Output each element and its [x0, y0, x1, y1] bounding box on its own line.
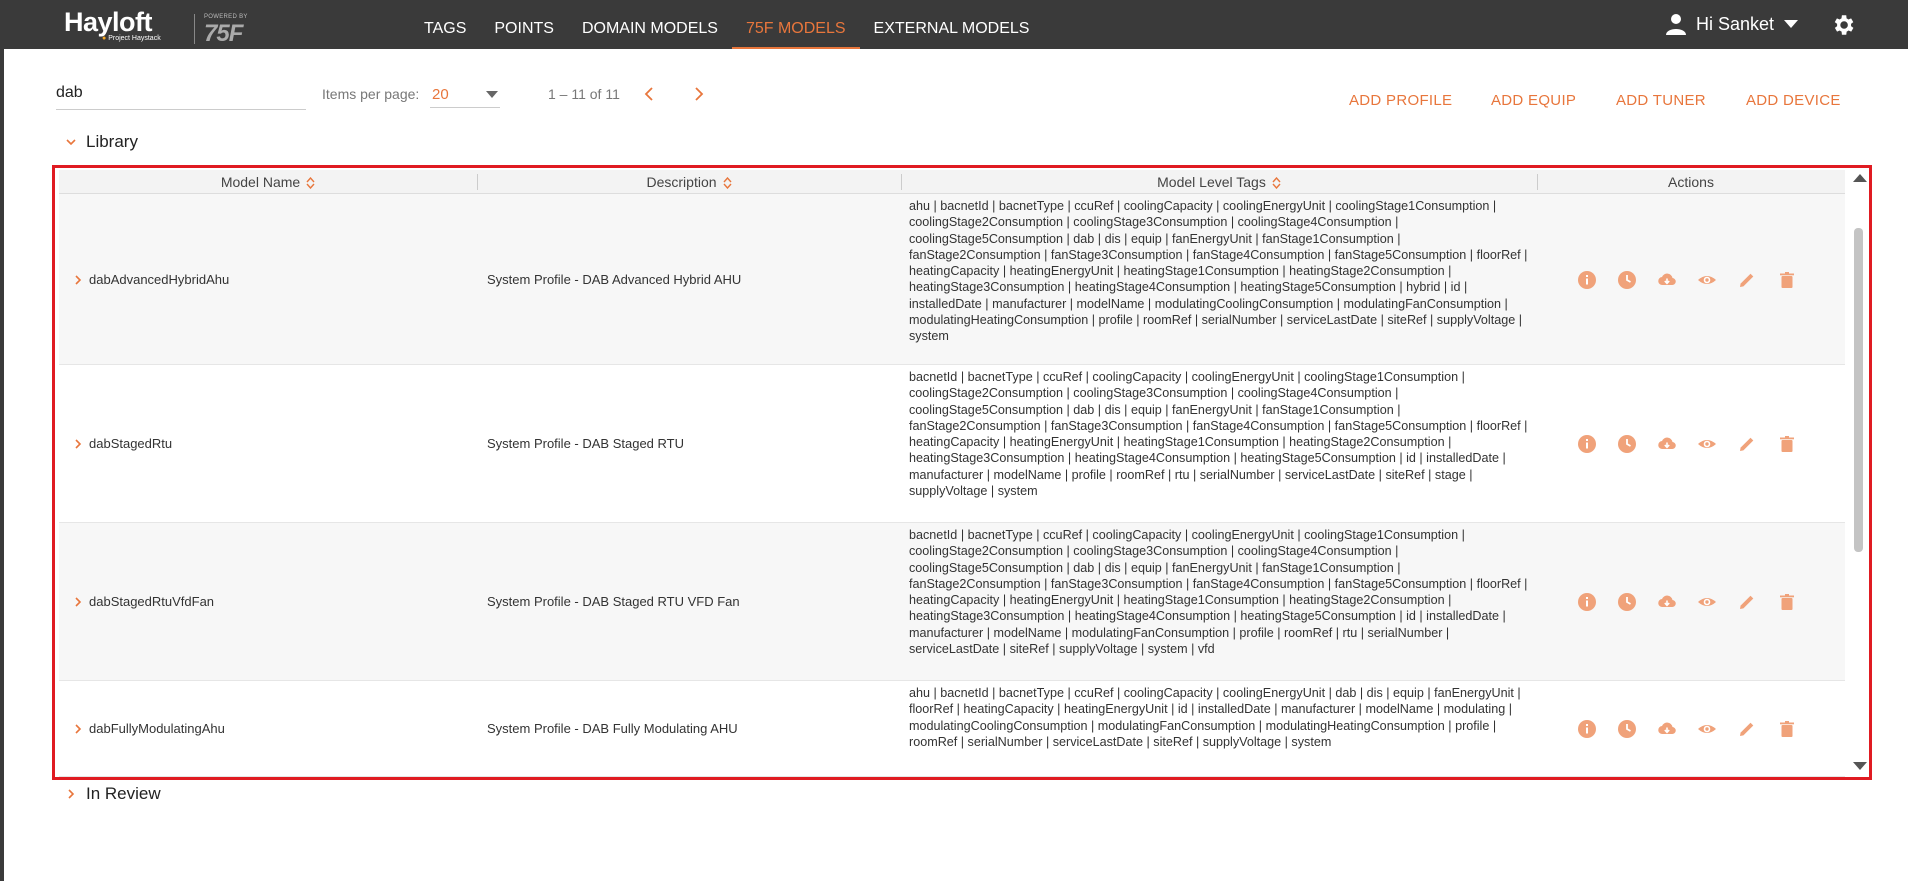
delete-icon[interactable] — [1777, 434, 1797, 454]
add-equip-button[interactable]: ADD EQUIP — [1491, 92, 1576, 109]
eye-icon[interactable] — [1697, 592, 1717, 612]
history-icon[interactable] — [1617, 434, 1637, 454]
model-level-tags-cell: ahu | bacnetId | bacnetType | ccuRef | c… — [909, 199, 1528, 344]
user-greeting: Hi Sanket — [1696, 13, 1775, 34]
scrollbar-thumb[interactable] — [1854, 228, 1863, 552]
in-review-section-title: In Review — [86, 784, 161, 803]
model-level-tags-cell: ahu | bacnetId | bacnetType | ccuRef | c… — [909, 686, 1521, 749]
user-icon — [1666, 14, 1686, 35]
add-profile-button[interactable]: ADD PROFILE — [1349, 92, 1452, 109]
info-icon[interactable] — [1577, 434, 1597, 454]
partner-logo: 75F — [204, 20, 243, 47]
info-icon[interactable] — [1577, 270, 1597, 290]
edit-icon[interactable] — [1737, 270, 1757, 290]
row-actions — [1577, 434, 1817, 454]
model-name-cell: dabStagedRtuVfdFan — [89, 594, 215, 609]
add-device-button[interactable]: ADD DEVICE — [1746, 92, 1841, 109]
search-input[interactable] — [56, 84, 306, 102]
items-per-page-value: 20 — [432, 86, 449, 103]
info-icon[interactable] — [1577, 719, 1597, 739]
eye-icon[interactable] — [1697, 270, 1717, 290]
eye-icon[interactable] — [1697, 719, 1717, 739]
chevron-right-icon — [68, 789, 75, 799]
sort-icon[interactable] — [306, 177, 315, 190]
model-name-cell: dabStagedRtu — [89, 436, 173, 451]
pagination-range: 1 – 11 of 11 — [548, 86, 620, 102]
table-row[interactable]: dabStagedRtuVfdFan System Profile - DAB S… — [59, 523, 1845, 681]
cloud-download-icon[interactable] — [1657, 270, 1677, 290]
table-row[interactable]: dabStagedRtu System Profile - DAB Staged … — [59, 365, 1845, 523]
main-nav: TAGS POINTS DOMAIN MODELS 75F MODELS EXT… — [410, 0, 1043, 49]
gear-icon[interactable] — [1830, 12, 1856, 38]
page-border — [0, 49, 4, 881]
table-row[interactable]: dabAdvancedHybridAhu System Profile - DAB… — [59, 194, 1845, 365]
nav-tab-external-models[interactable]: EXTERNAL MODELS — [860, 0, 1044, 49]
chevron-left-icon[interactable] — [642, 86, 656, 102]
info-icon[interactable] — [1577, 592, 1597, 612]
expand-row-chevron-icon[interactable] — [73, 596, 83, 608]
row-actions — [1577, 270, 1817, 290]
edit-icon[interactable] — [1737, 592, 1757, 612]
expand-row-chevron-icon[interactable] — [73, 723, 83, 735]
nav-tab-tags[interactable]: TAGS — [410, 0, 480, 49]
items-per-page-label: Items per page: — [322, 86, 420, 102]
cloud-download-icon[interactable] — [1657, 434, 1677, 454]
scroll-down-arrow-icon[interactable] — [1853, 762, 1867, 770]
delete-icon[interactable] — [1777, 719, 1797, 739]
row-actions — [1577, 719, 1817, 739]
history-icon[interactable] — [1617, 270, 1637, 290]
top-nav-bar: Hayloft ● Project Haystack POWERED BY 75… — [0, 0, 1908, 49]
chevron-right-icon[interactable] — [692, 86, 706, 102]
models-table: Model Name Description Model Level Tags … — [59, 170, 1845, 777]
history-icon[interactable] — [1617, 592, 1637, 612]
logo-divider — [194, 14, 195, 44]
delete-icon[interactable] — [1777, 270, 1797, 290]
cloud-download-icon[interactable] — [1657, 719, 1677, 739]
scroll-up-arrow-icon[interactable] — [1853, 174, 1867, 182]
sort-icon[interactable] — [1272, 177, 1281, 190]
search-field[interactable] — [56, 84, 306, 110]
column-header-description[interactable]: Description — [477, 170, 901, 194]
nav-tab-domain-models[interactable]: DOMAIN MODELS — [568, 0, 732, 49]
add-tuner-button[interactable]: ADD TUNER — [1616, 92, 1706, 109]
model-level-tags-cell: bacnetId | bacnetType | ccuRef | cooling… — [909, 528, 1528, 657]
column-header-actions: Actions — [1668, 174, 1714, 190]
column-header-model-name[interactable]: Model Name — [59, 170, 477, 194]
library-section-title: Library — [86, 132, 138, 151]
in-review-section-toggle[interactable]: In Review — [64, 784, 161, 804]
expand-row-chevron-icon[interactable] — [73, 438, 83, 450]
logo-title: Hayloft — [64, 7, 153, 37]
sort-icon[interactable] — [722, 177, 732, 190]
history-icon[interactable] — [1617, 719, 1637, 739]
column-header-model-level-tags[interactable]: Model Level Tags — [901, 170, 1537, 194]
eye-icon[interactable] — [1697, 434, 1717, 454]
model-level-tags-cell: bacnetId | bacnetType | ccuRef | cooling… — [909, 370, 1528, 499]
models-table-highlight: Model Name Description Model Level Tags … — [52, 165, 1872, 780]
table-header: Model Name Description Model Level Tags … — [59, 170, 1845, 194]
expand-row-chevron-icon[interactable] — [73, 274, 83, 286]
description-cell: System Profile - DAB Staged RTU — [487, 436, 684, 451]
edit-icon[interactable] — [1737, 434, 1757, 454]
model-name-cell: dabAdvancedHybridAhu — [89, 272, 230, 287]
nav-tab-points[interactable]: POINTS — [480, 0, 568, 49]
description-cell: System Profile - DAB Advanced Hybrid AHU — [487, 272, 742, 287]
chevron-down-icon — [1784, 20, 1799, 28]
cloud-download-icon[interactable] — [1657, 592, 1677, 612]
user-menu[interactable]: Hi Sanket — [1664, 12, 1799, 36]
model-name-cell: dabFullyModulatingAhu — [89, 721, 225, 736]
library-section-toggle[interactable]: Library — [64, 132, 138, 152]
chevron-down-icon — [66, 139, 76, 146]
description-cell: System Profile - DAB Staged RTU VFD Fan — [487, 594, 740, 609]
table-row[interactable]: dabFullyModulatingAhu System Profile - DA… — [59, 681, 1845, 777]
logo-subtitle: ● Project Haystack — [102, 35, 161, 42]
description-cell: System Profile - DAB Fully Modulating AH… — [487, 721, 738, 736]
nav-tab-75f-models[interactable]: 75F MODELS — [731, 0, 860, 49]
edit-icon[interactable] — [1737, 719, 1757, 739]
delete-icon[interactable] — [1777, 592, 1797, 612]
hayloft-logo[interactable]: Hayloft ● Project Haystack POWERED BY 75… — [64, 7, 247, 47]
dropdown-arrow-icon — [486, 91, 498, 98]
row-actions — [1577, 592, 1817, 612]
items-per-page-select[interactable]: 20 — [430, 84, 500, 108]
table-scrollbar[interactable] — [1845, 172, 1871, 775]
